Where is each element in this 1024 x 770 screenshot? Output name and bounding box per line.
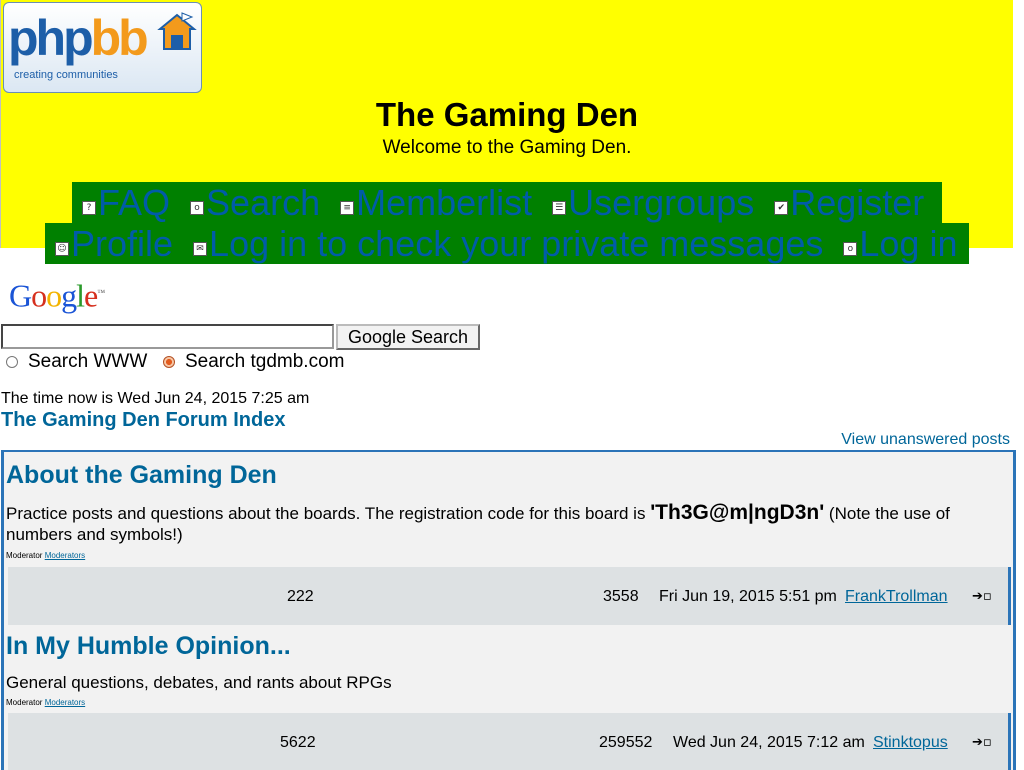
last-post-user[interactable]: Stinktopus: [873, 733, 948, 752]
faq-icon: ?: [82, 200, 96, 215]
last-post-time: Fri Jun 19, 2015 5:51 pm: [659, 588, 837, 605]
nav-label: Search: [206, 182, 321, 223]
forum-stats-row: 5622 259552 Wed Jun 24, 2015 7:12 am Sti…: [8, 713, 1011, 770]
nav-memberlist-link[interactable]: ≡ Memberlist: [340, 182, 532, 223]
nav-register-link[interactable]: ✔ Register: [774, 182, 924, 223]
goto-last-post-icon[interactable]: ➔▫: [972, 589, 992, 604]
radio-search-site[interactable]: Search tgdmb.com: [163, 351, 344, 373]
nav-bar-primary: ? FAQ o Search ≡ Memberlist ☰ Usergroups ✔ Regist…: [72, 182, 942, 223]
radio-search-www[interactable]: Search WWW: [6, 351, 147, 373]
topic-count: 222: [287, 588, 314, 605]
forum-moderators: Moderator Moderators: [6, 551, 86, 560]
nav-label: Usergroups: [568, 182, 755, 223]
register-icon: ✔: [774, 200, 789, 215]
google-search-button[interactable]: Google Search: [336, 324, 480, 350]
last-post-user-link[interactable]: Stinktopus: [873, 734, 948, 751]
nav-faq-link[interactable]: ? FAQ: [82, 182, 170, 223]
last-post-user[interactable]: FrankTrollman: [845, 587, 948, 606]
forum-description: General questions, debates, and rants ab…: [6, 673, 392, 692]
forum-list: About the Gaming Den Practice posts and …: [1, 450, 1016, 770]
memberlist-icon: ≡: [340, 200, 355, 215]
moderators-link[interactable]: Moderators: [45, 551, 85, 560]
last-post-user-link[interactable]: FrankTrollman: [845, 588, 948, 605]
google-search-input[interactable]: [1, 324, 334, 349]
last-post-time: Wed Jun 24, 2015 7:12 am: [673, 734, 865, 751]
login-icon: o: [843, 241, 858, 256]
usergroups-icon: ☰: [552, 200, 567, 215]
nav-label: Log in: [859, 223, 958, 264]
site-title: The Gaming Den: [375, 96, 639, 133]
nav-profile-link[interactable]: ☺ Profile: [55, 223, 173, 264]
logo-house-icon: [157, 12, 197, 50]
logo-tagline: creating communities: [14, 69, 118, 81]
post-count: 259552: [599, 734, 653, 751]
site-description: Welcome to the Gaming Den.: [382, 137, 632, 158]
current-time: The time now is Wed Jun 24, 2015 7:25 am: [1, 390, 310, 407]
logo-wordmark: phpbb: [8, 10, 149, 66]
radio-button-www[interactable]: [6, 356, 18, 368]
radio-site-label: Search tgdmb.com: [185, 351, 345, 372]
view-unanswered-link[interactable]: View unanswered posts: [841, 431, 1010, 449]
topic-count: 5622: [280, 734, 316, 751]
profile-icon: ☺: [55, 241, 69, 256]
phpbb-logo[interactable]: phpbb creating communities: [3, 2, 202, 93]
nav-label: FAQ: [98, 182, 171, 223]
nav-label: Register: [790, 182, 925, 223]
moderators-link[interactable]: Moderators: [45, 698, 85, 707]
radio-www-label: Search WWW: [28, 351, 148, 372]
nav-label: Memberlist: [356, 182, 533, 223]
messages-icon: ✉: [193, 241, 208, 256]
nav-label: Log in to check your private messages: [209, 223, 824, 264]
site-header: phpbb creating communities The Gaming De…: [0, 0, 1013, 264]
forum-stats-row: 222 3558 Fri Jun 19, 2015 5:51 pm FrankT…: [8, 567, 1011, 625]
nav-label: Profile: [71, 223, 174, 264]
forum-description: Practice posts and questions about the b…: [6, 501, 950, 544]
forum-title-link[interactable]: In My Humble Opinion...: [6, 631, 291, 661]
nav-login-link[interactable]: o Log in: [843, 223, 957, 264]
post-count: 3558: [603, 588, 639, 605]
nav-messages-link[interactable]: ✉ Log in to check your private messages: [193, 223, 823, 264]
forum-index-link[interactable]: The Gaming Den Forum Index: [1, 408, 285, 432]
nav-search-link[interactable]: o Search: [190, 182, 320, 223]
nav-usergroups-link[interactable]: ☰ Usergroups: [552, 182, 754, 223]
nav-bar-secondary: ☺ Profile ✉ Log in to check your private me…: [45, 223, 969, 264]
forum-moderators: Moderator Moderators: [6, 698, 86, 707]
search-icon: o: [190, 200, 205, 215]
radio-button-site[interactable]: [163, 356, 175, 368]
registration-code: 'Th3G@m|ngD3n': [650, 501, 825, 524]
google-logo[interactable]: Google™: [9, 275, 105, 314]
goto-last-post-icon[interactable]: ➔▫: [972, 735, 992, 750]
forum-title-link[interactable]: About the Gaming Den: [6, 460, 277, 490]
